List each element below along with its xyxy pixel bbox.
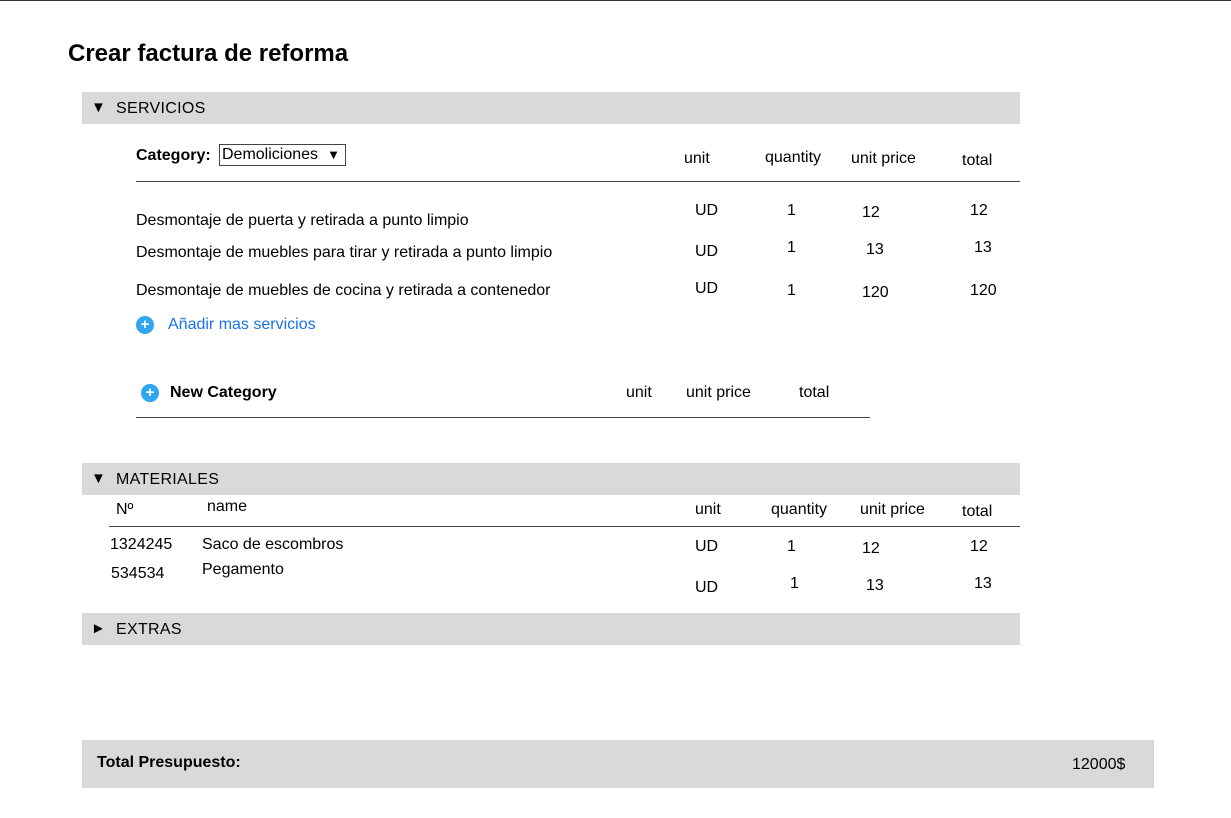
materiales-header-quantity: quantity xyxy=(771,501,828,518)
materiales-header-num: Nº xyxy=(116,501,134,518)
material-quantity: 1 xyxy=(787,538,796,555)
service-name: Desmontaje de muebles de cocina y retira… xyxy=(136,282,551,299)
servicios-header-unit-price: unit price xyxy=(851,150,916,167)
material-name: Saco de escombros xyxy=(202,536,344,553)
new-category-header-unit-price: unit price xyxy=(686,384,751,401)
material-quantity: 1 xyxy=(790,575,799,592)
add-services-label[interactable]: Añadir mas servicios xyxy=(168,316,316,334)
service-total: 120 xyxy=(970,282,997,299)
service-quantity: 1 xyxy=(787,282,796,299)
section-label-materiales: MATERIALES xyxy=(116,471,220,488)
material-unit-price: 13 xyxy=(866,577,884,594)
service-quantity: 1 xyxy=(787,239,796,256)
material-total: 12 xyxy=(970,538,988,555)
service-unit: UD xyxy=(695,202,719,219)
category-select[interactable]: Demoliciones ▼ xyxy=(219,144,346,166)
service-unit: UD xyxy=(695,243,719,260)
section-label-servicios: SERVICIOS xyxy=(116,100,206,117)
material-num: 1324245 xyxy=(110,536,173,553)
new-category-divider xyxy=(136,417,870,418)
category-select-value: Demoliciones xyxy=(222,146,319,163)
service-total: 12 xyxy=(970,202,988,219)
total-value: 12000$ xyxy=(1072,756,1126,773)
servicios-header-total: total xyxy=(962,152,993,169)
collapse-triangle-icon[interactable]: ▼ xyxy=(91,99,106,116)
section-label-extras: EXTRAS xyxy=(116,621,182,638)
servicios-header-quantity: quantity xyxy=(765,149,822,166)
new-category-label[interactable]: New Category xyxy=(170,384,277,402)
material-unit-price: 12 xyxy=(862,540,880,557)
service-unit-price: 13 xyxy=(866,241,884,258)
materiales-header-total: total xyxy=(962,503,993,520)
expand-triangle-icon[interactable]: ► xyxy=(91,620,106,637)
materiales-header-name: name xyxy=(207,498,248,515)
servicios-header-divider xyxy=(136,181,1020,182)
new-category-header-total: total xyxy=(799,384,830,401)
material-name: Pegamento xyxy=(202,561,284,578)
section-header-extras[interactable]: ► EXTRAS xyxy=(82,613,1020,645)
section-header-materiales[interactable]: ▼ MATERIALES xyxy=(82,463,1020,495)
service-name: Desmontaje de puerta y retirada a punto … xyxy=(136,212,469,229)
material-num: 534534 xyxy=(111,565,165,582)
material-unit: UD xyxy=(695,579,719,596)
section-header-servicios[interactable]: ▼ SERVICIOS xyxy=(82,92,1020,124)
servicios-header-unit: unit xyxy=(684,150,710,167)
plus-circle-icon[interactable]: + xyxy=(141,384,159,402)
collapse-triangle-icon[interactable]: ▼ xyxy=(91,470,106,487)
page-title: Crear factura de reforma xyxy=(68,40,349,67)
total-label: Total Presupuesto: xyxy=(97,754,241,771)
new-category-header-unit: unit xyxy=(626,384,652,401)
materiales-header-unit-price: unit price xyxy=(860,501,925,518)
material-total: 13 xyxy=(974,575,992,592)
materiales-header-unit: unit xyxy=(695,501,721,518)
category-label: Category: xyxy=(136,147,211,164)
materiales-header-divider xyxy=(109,526,1020,527)
material-unit: UD xyxy=(695,538,719,555)
dropdown-triangle-icon: ▼ xyxy=(327,147,340,162)
service-total: 13 xyxy=(974,239,992,256)
service-unit-price: 120 xyxy=(862,284,889,301)
service-unit-price: 12 xyxy=(862,204,880,221)
service-quantity: 1 xyxy=(787,202,796,219)
total-bar: Total Presupuesto: 12000$ xyxy=(82,740,1154,788)
plus-circle-icon[interactable]: + xyxy=(136,316,154,334)
window-top-border xyxy=(0,0,1231,1)
service-unit: UD xyxy=(695,280,719,297)
service-name: Desmontaje de muebles para tirar y retir… xyxy=(136,244,553,261)
